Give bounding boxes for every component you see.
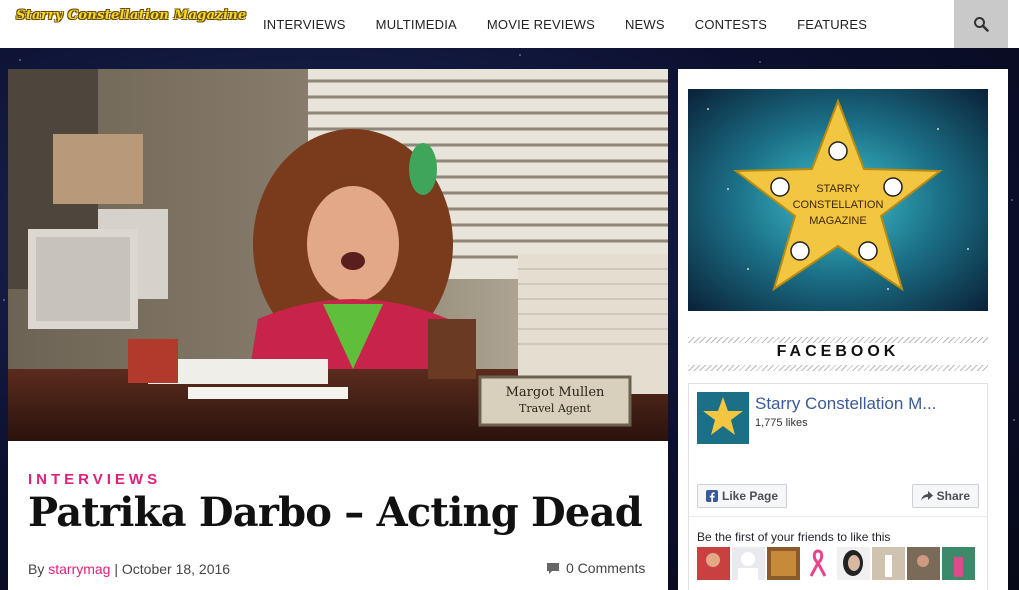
search-icon [974, 17, 989, 32]
nav-item-movie-reviews[interactable]: MOVIE REVIEWS [472, 17, 610, 32]
comment-icon [547, 562, 559, 574]
nav-item-interviews[interactable]: INTERVIEWS [248, 17, 361, 32]
fan-avatar[interactable] [907, 547, 940, 580]
vinyl-record-icon [858, 241, 878, 261]
fb-page-header: Starry Constellation M... 1,775 likes [697, 392, 936, 444]
nav-item-contests[interactable]: CONTESTS [680, 17, 782, 32]
comments-count: 0 Comments [566, 560, 646, 576]
hero-photo: Margot Mullen Travel Agent [8, 69, 668, 441]
meta-separator: | [114, 561, 118, 577]
fan-avatar[interactable] [942, 547, 975, 580]
fb-friends-text: Be the first of your friends to like thi… [697, 530, 891, 544]
fb-faces-row [697, 547, 975, 580]
site-header: Starry Constellation Magazine INTERVIEWS… [0, 0, 1019, 48]
fb-share-button[interactable]: Share [911, 484, 979, 508]
fb-page-name[interactable]: Starry Constellation M... [755, 394, 936, 414]
article-date: October 18, 2016 [121, 561, 231, 577]
film-camera-icon [770, 177, 790, 197]
clapperboard-icon [790, 241, 810, 261]
hero-image[interactable]: Margot Mullen Travel Agent [8, 69, 668, 441]
fan-avatar[interactable] [802, 547, 835, 580]
fb-divider [689, 516, 987, 517]
nameplate-line1: Margot Mullen [506, 385, 605, 400]
comments-link[interactable]: 0 Comments [546, 560, 645, 576]
nav-item-news[interactable]: NEWS [610, 17, 680, 32]
site-logo[interactable]: Starry Constellation Magazine [16, 8, 247, 23]
hatch-divider-bottom [688, 365, 988, 371]
fb-like-page-button[interactable]: Like Page [697, 484, 788, 508]
projector-icon [883, 177, 903, 197]
magazine-promo-image[interactable]: STARRY CONSTELLATION MAGAZINE [688, 89, 988, 311]
facebook-icon [706, 490, 718, 502]
fb-like-label: Like Page [722, 489, 779, 503]
article-meta: By starrymag | October 18, 2016 [28, 561, 230, 577]
promo-line1: STARRY [816, 183, 860, 195]
author-link[interactable]: starrymag [48, 561, 110, 577]
search-button[interactable] [954, 0, 1008, 48]
main-nav: INTERVIEWS MULTIMEDIA MOVIE REVIEWS NEWS… [248, 0, 882, 48]
promo-line3: MAGAZINE [809, 215, 866, 227]
fb-share-label: Share [936, 489, 970, 503]
fb-page-avatar[interactable] [697, 392, 749, 444]
fan-avatar[interactable] [697, 547, 730, 580]
tv-icon [828, 141, 848, 161]
nameplate-line2: Travel Agent [519, 402, 591, 415]
article-category[interactable]: INTERVIEWS [28, 471, 161, 488]
fan-avatar[interactable] [732, 547, 765, 580]
article-title[interactable]: Patrika Darbo – Acting Dead [28, 489, 643, 536]
nav-item-multimedia[interactable]: MULTIMEDIA [361, 17, 472, 32]
sidebar: STARRY CONSTELLATION MAGAZINE FACEBOOK S… [678, 69, 1008, 590]
fb-like-count: 1,775 likes [755, 417, 808, 429]
by-label: By [28, 561, 45, 577]
facebook-page-plugin: Starry Constellation M... 1,775 likes Li… [688, 383, 988, 590]
facebook-widget-header: FACEBOOK [688, 337, 988, 371]
nav-item-features[interactable]: FEATURES [782, 17, 882, 32]
fan-avatar[interactable] [767, 547, 800, 580]
facebook-heading: FACEBOOK [776, 343, 900, 360]
fan-avatar[interactable] [837, 547, 870, 580]
fan-avatar[interactable] [872, 547, 905, 580]
promo-line2: CONSTELLATION [793, 199, 884, 211]
article-card: Margot Mullen Travel Agent INTERVIEWS Pa… [8, 69, 668, 590]
share-arrow-icon [920, 491, 933, 501]
